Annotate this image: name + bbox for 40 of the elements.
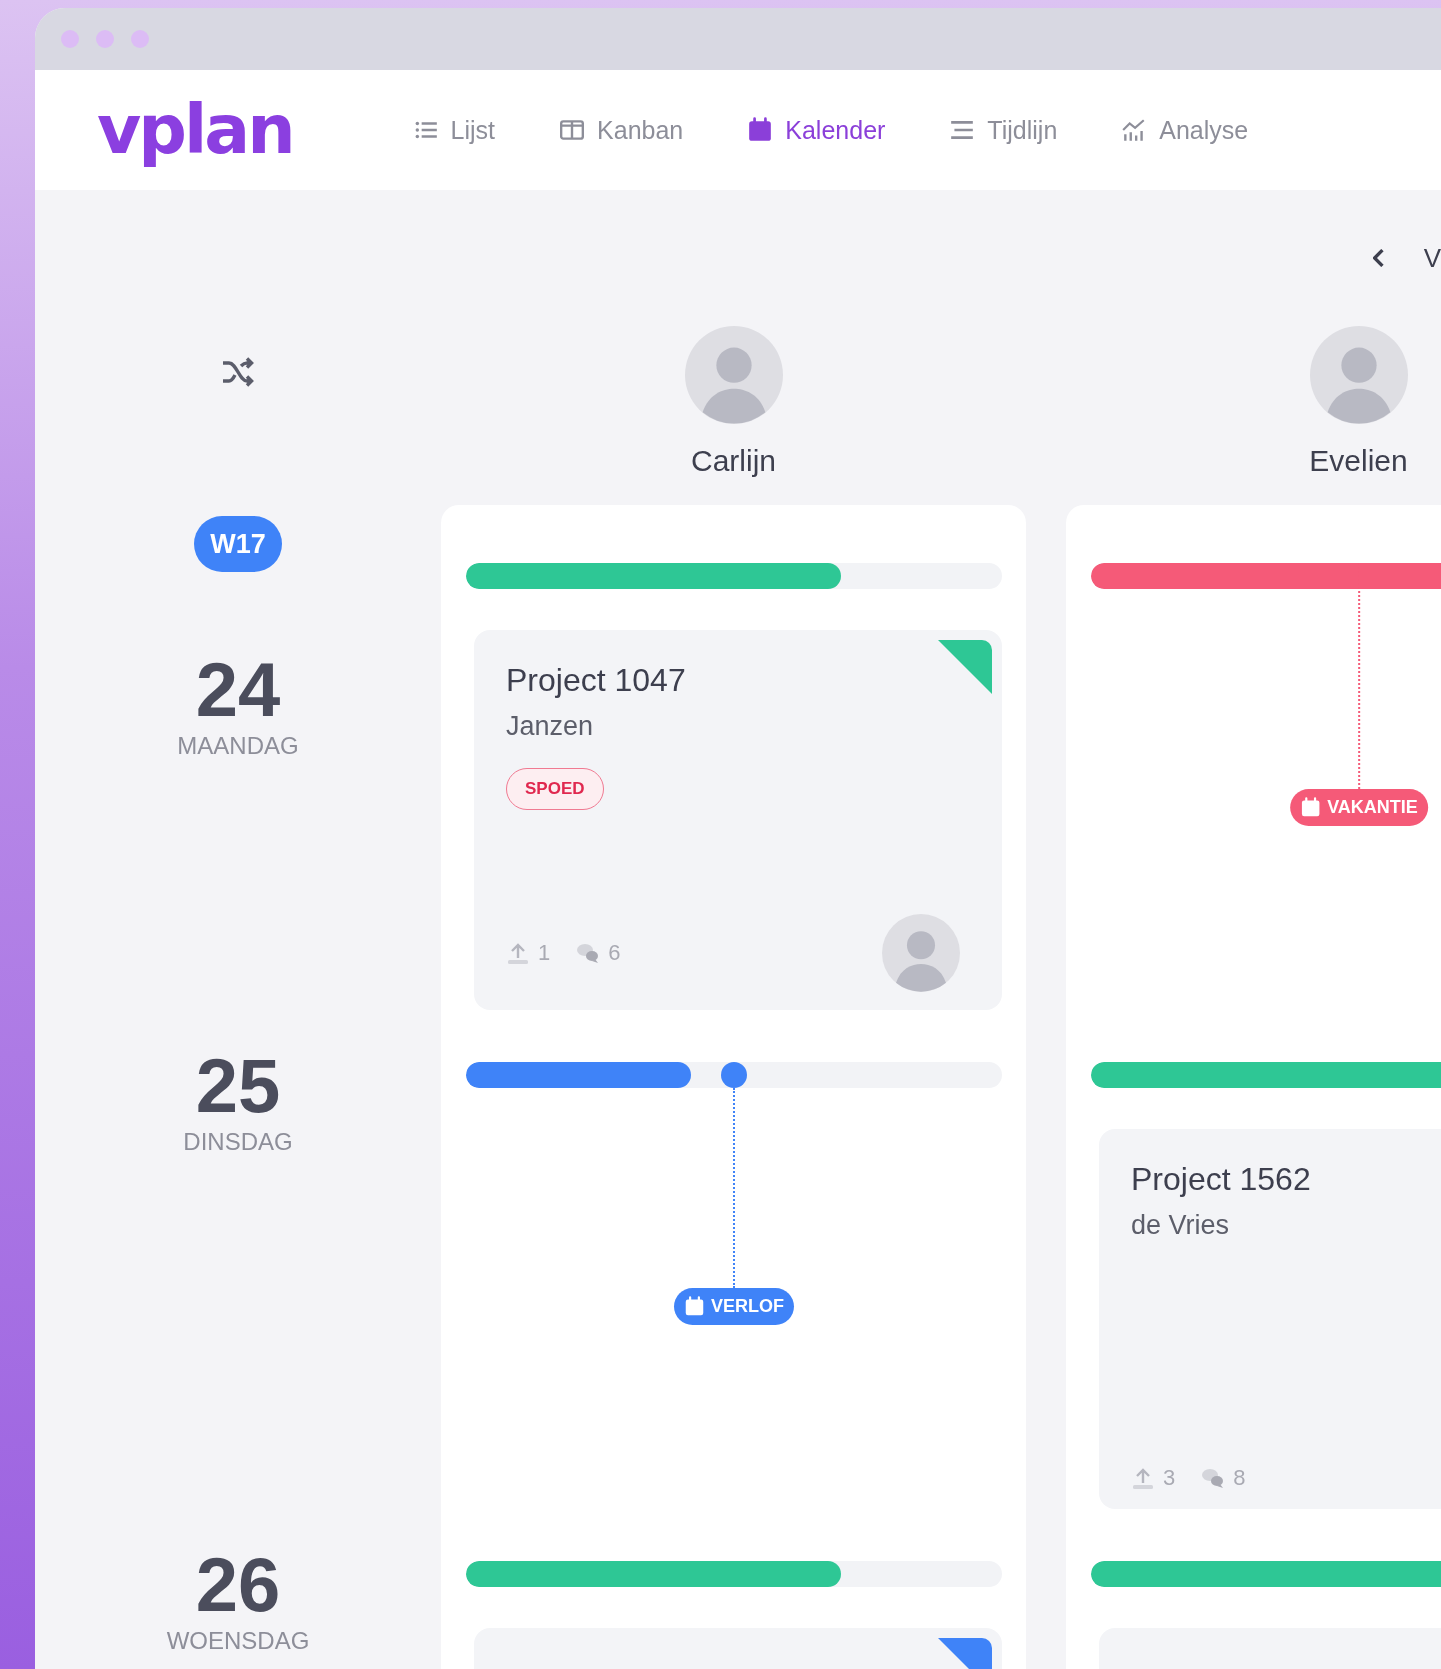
nav-tab[interactable]: Tijdlijn (949, 115, 1058, 145)
day-number: 25 (195, 1048, 281, 1124)
project-title: Project 1562 (1131, 1161, 1311, 1198)
comments-icon (576, 941, 601, 965)
comment-count: 6 (608, 940, 621, 966)
week-badge: W17 (194, 516, 282, 572)
priority-tag: SPOED (506, 768, 604, 810)
pager-label: V (1423, 242, 1441, 274)
absence-badge: VERLOF (674, 1288, 794, 1325)
calendar-icon (684, 1296, 705, 1317)
calendar-icon (747, 117, 774, 143)
calendar-icon (1300, 797, 1322, 818)
comment-count: 8 (1233, 1465, 1246, 1491)
nav-tab[interactable]: Kanban (559, 115, 684, 145)
window-dot (96, 30, 114, 48)
day-number: 24 (195, 652, 281, 728)
comments-icon (1201, 1466, 1226, 1490)
chevron-left-icon[interactable] (1372, 249, 1384, 267)
person-name: Carlijn (691, 444, 776, 478)
project-card[interactable]: Project 1047 Janzen SPOED 1 6 (474, 630, 1002, 1010)
weekday-label: MAANDAG (177, 732, 299, 760)
weekday-label: DINSDAG (183, 1128, 293, 1156)
window-dot (61, 30, 79, 48)
absence-badge: VAKANTIE (1290, 789, 1428, 826)
project-title: Project 1047 (506, 662, 686, 699)
nav-tab[interactable]: Kalender (747, 115, 886, 145)
project-card[interactable]: Project 1562 de Vries 3 8 (1099, 1129, 1441, 1509)
weekday-label: WOENSDAG (166, 1627, 310, 1655)
upload-count: 1 (538, 940, 551, 966)
upload-icon (506, 941, 530, 965)
client-name: de Vries (1131, 1210, 1230, 1241)
nav-tab[interactable]: Lijst (412, 115, 496, 145)
upload-icon (1131, 1466, 1155, 1490)
nav-tab[interactable]: Analyse (1121, 115, 1249, 145)
columns-icon (559, 117, 586, 143)
day-number: 26 (195, 1547, 281, 1623)
client-name: Janzen (506, 711, 594, 742)
window-dot (131, 30, 149, 48)
upload-count: 3 (1163, 1465, 1176, 1491)
person-name: Evelien (1309, 444, 1408, 478)
